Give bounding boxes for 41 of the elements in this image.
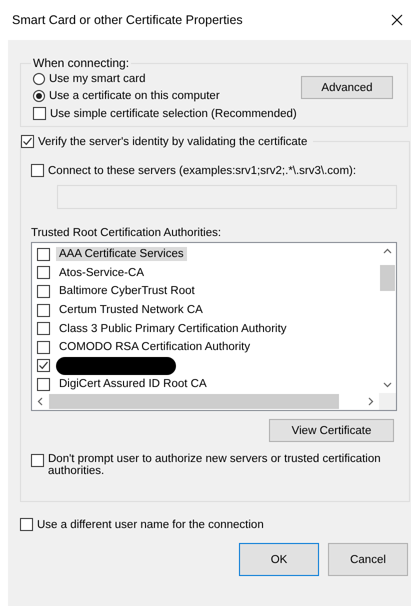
checkbox[interactable] [37, 378, 50, 391]
checkbox[interactable] [37, 322, 50, 336]
radio-label[interactable]: Use a certificate on this computer [49, 90, 220, 102]
certificate-list[interactable] [31, 242, 397, 411]
scrollbar-corner [379, 393, 396, 410]
list-item[interactable]: DigiCert Assured ID Root CA [56, 377, 210, 392]
checkbox[interactable] [37, 284, 50, 298]
checkbox[interactable] [31, 164, 44, 177]
scroll-thumb[interactable] [380, 265, 395, 291]
list-item[interactable]: COMODO RSA Certification Authority [56, 340, 254, 354]
checkbox-label[interactable]: Use a different user name for the connection [37, 518, 264, 530]
checkbox[interactable] [37, 248, 50, 261]
checkbox[interactable] [21, 135, 34, 148]
checkbox[interactable] [37, 266, 50, 280]
radio-button[interactable] [33, 90, 45, 102]
window-title: Smart Card or other Certificate Properties [12, 13, 243, 27]
list-label: Trusted Root Certification Authorities: [31, 227, 222, 239]
close-icon[interactable] [391, 14, 403, 26]
checkbox-label[interactable]: Don't prompt user to authorize new servers or trusted certification authorities. [48, 453, 389, 477]
scroll-thumb[interactable] [49, 394, 339, 409]
checkbox[interactable] [33, 107, 46, 120]
checkbox-label[interactable]: Use simple certificate selection (Recommended) [50, 108, 297, 120]
list-item[interactable]: Baltimore CyberTrust Root [56, 284, 198, 298]
group-label: When connecting: [32, 56, 130, 70]
checkbox-label[interactable]: Verify the server's identity by validating the certificate [38, 136, 308, 148]
list-item[interactable]: AAA Certificate Services [56, 247, 187, 262]
list-item[interactable]: Atos-Service-CA [56, 266, 147, 280]
cancel-button[interactable]: Cancel [328, 543, 408, 576]
ok-button[interactable]: OK [239, 543, 319, 576]
checkbox[interactable] [37, 340, 50, 354]
radio-label[interactable]: Use my smart card [49, 73, 146, 85]
advanced-button[interactable]: Advanced [301, 76, 393, 99]
checkbox[interactable] [31, 454, 44, 467]
checkbox[interactable] [37, 304, 50, 317]
view-certificate-button[interactable]: View Certificate [269, 419, 394, 442]
radio-button[interactable] [33, 73, 45, 85]
list-item[interactable]: Certum Trusted Network CA [56, 303, 206, 318]
list-item[interactable]: Class 3 Public Primary Certification Authority [56, 322, 290, 336]
checkbox-label[interactable]: Connect to these servers (examples:srv1;srv2;.*\.srv3\.com): [48, 164, 356, 176]
checkbox[interactable] [20, 518, 33, 531]
checkbox[interactable] [37, 359, 50, 372]
